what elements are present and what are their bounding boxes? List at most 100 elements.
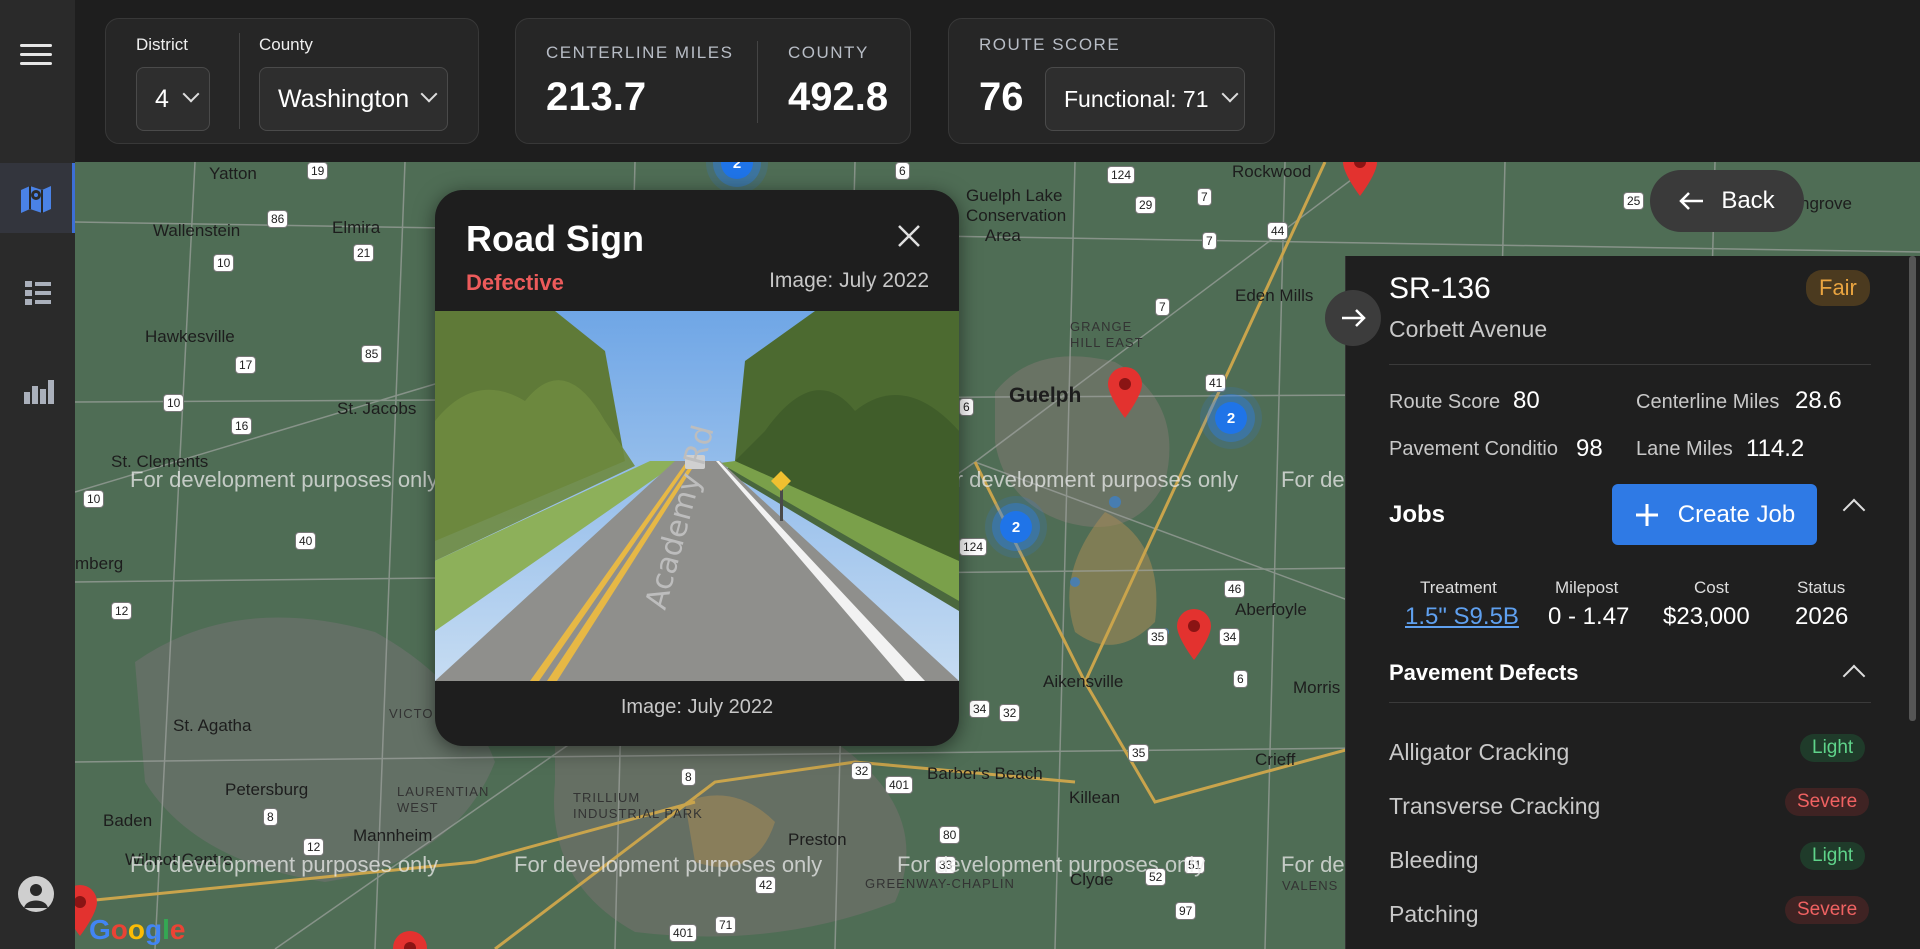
town-label: Guelph Lake Conservation Area <box>966 186 1067 245</box>
panel-scrollbar[interactable] <box>1909 256 1916 721</box>
route-score-label: Route Score <box>1389 391 1501 413</box>
route-score-value: 76 <box>979 75 1024 119</box>
route-score-card: ROUTE SCORE 76 Functional: 71 <box>948 18 1275 144</box>
plus-icon <box>1635 503 1658 526</box>
miles-card: CENTERLINE MILES 213.7 COUNTY 492.8 <box>515 18 911 144</box>
job-cost: $23,000 <box>1663 603 1750 630</box>
collapse-panel-button[interactable] <box>1325 290 1381 346</box>
back-button[interactable]: Back <box>1650 170 1804 232</box>
defect-name: Transverse Cracking <box>1389 793 1601 819</box>
map-pin-icon[interactable] <box>1175 608 1213 660</box>
town-label: Killean <box>1069 788 1121 807</box>
job-column-header: Treatment <box>1420 578 1497 597</box>
map-cluster[interactable]: 2 <box>1000 511 1032 543</box>
checklist-icon <box>24 281 51 305</box>
defect-severity-badge: Light <box>1800 842 1866 870</box>
district-value: 4 <box>155 84 169 113</box>
road-shield: 19 <box>307 162 329 180</box>
chevron-down-icon <box>420 85 438 103</box>
road-shield: 34 <box>969 700 991 718</box>
nav-tasks[interactable] <box>0 258 75 328</box>
road-shield: 124 <box>1107 166 1136 184</box>
functional-value: Functional: 71 <box>1064 85 1209 112</box>
defect-name: Bleeding <box>1389 847 1479 873</box>
chevron-down-icon <box>182 85 200 103</box>
bar-chart-icon <box>23 380 54 404</box>
user-avatar-icon[interactable] <box>18 876 54 912</box>
road-shield: 10 <box>163 394 185 412</box>
route-score-value: 80 <box>1513 387 1540 414</box>
road-shield: 6 <box>1233 670 1248 688</box>
create-job-label: Create Job <box>1677 500 1796 528</box>
condition-badge: Fair <box>1806 270 1870 306</box>
nav-analytics[interactable] <box>0 355 75 425</box>
town-label: TRILLIUM INDUSTRIAL PARK <box>573 790 703 821</box>
road-shield: 86 <box>267 210 289 228</box>
road-shield: 25 <box>1623 192 1645 210</box>
defect-severity-badge: Light <box>1800 734 1866 762</box>
road-shield: 32 <box>999 704 1021 722</box>
road-shield: 21 <box>353 244 375 262</box>
nav-map[interactable] <box>0 163 75 233</box>
road-sign-modal: Road Sign Defective Image: July 2022 Aca… <box>435 190 959 746</box>
sidebar <box>0 0 75 949</box>
dev-watermark: For development purposes only <box>930 467 1239 492</box>
map-pin-icon[interactable] <box>1106 366 1144 418</box>
dev-watermark: For development purposes only <box>514 852 823 877</box>
county-value: Washington <box>278 84 410 113</box>
road-shield: 10 <box>213 254 235 272</box>
road-shield: 80 <box>939 826 961 844</box>
town-label: GREENWAY-CHAPLIN <box>865 876 1015 891</box>
centerline-miles-value: 213.7 <box>546 75 647 119</box>
town-label: Barber's Beach <box>927 764 1043 783</box>
job-column-header: Cost <box>1694 578 1729 597</box>
defect-name: Patching <box>1389 901 1479 927</box>
map-pin-icon[interactable] <box>1341 162 1379 196</box>
county-select[interactable]: Washington <box>259 67 448 131</box>
modal-title: Road Sign <box>466 218 644 259</box>
defect-severity-badge: Severe <box>1785 896 1870 924</box>
town-label: mberg <box>75 554 124 573</box>
divider <box>239 33 240 129</box>
map-cluster[interactable]: 2 <box>1215 402 1247 434</box>
close-icon[interactable] <box>893 220 925 252</box>
dev-watermark: For development purposes only <box>897 852 1206 877</box>
road-shield: 34 <box>1219 628 1241 646</box>
county-miles-value: 492.8 <box>788 75 889 119</box>
road-shield: 42 <box>755 876 777 894</box>
road-shield: 85 <box>361 345 383 363</box>
town-label: Morris <box>1293 678 1341 697</box>
dev-watermark: For development purposes only <box>130 852 439 877</box>
road-shield: 71 <box>715 916 737 934</box>
route-id: SR-136 <box>1389 272 1491 305</box>
road-shield: 7 <box>1202 232 1217 250</box>
map-pin-icon[interactable] <box>391 930 429 949</box>
defect-name: Alligator Cracking <box>1389 739 1570 765</box>
functional-select[interactable]: Functional: 71 <box>1045 67 1245 131</box>
divider <box>1389 702 1871 703</box>
district-select[interactable]: 4 <box>136 67 210 131</box>
town-label: St. Agatha <box>173 716 252 735</box>
create-job-button[interactable]: Create Job <box>1612 484 1817 545</box>
job-column-header: Milepost <box>1555 578 1619 597</box>
divider <box>1389 364 1871 365</box>
arrow-left-icon <box>1679 192 1704 210</box>
town-label: VICTO <box>389 706 434 721</box>
road-shield: 17 <box>235 356 257 374</box>
road-shield: 35 <box>1147 628 1169 646</box>
town-label: Mannheim <box>353 826 433 845</box>
town-label: Crieff <box>1255 750 1296 769</box>
town-label: Wallenstein <box>153 221 241 240</box>
county-miles-label: COUNTY <box>788 43 869 62</box>
job-milepost: 0 - 1.47 <box>1548 603 1630 630</box>
route-name: Corbett Avenue <box>1389 316 1548 342</box>
filter-card: District 4 County Washington <box>105 18 479 144</box>
hamburger-menu-icon[interactable] <box>20 44 52 66</box>
modal-image-caption: Image: July 2022 <box>620 696 774 718</box>
lane-miles-label: Lane Miles <box>1636 438 1733 460</box>
modal-image-date: Image: July 2022 <box>769 269 929 292</box>
road-shield: 8 <box>681 768 696 786</box>
job-treatment-link[interactable]: 1.5" S9.5B <box>1405 603 1519 631</box>
road-shield: 6 <box>959 398 974 416</box>
road-shield: 32 <box>851 762 873 780</box>
